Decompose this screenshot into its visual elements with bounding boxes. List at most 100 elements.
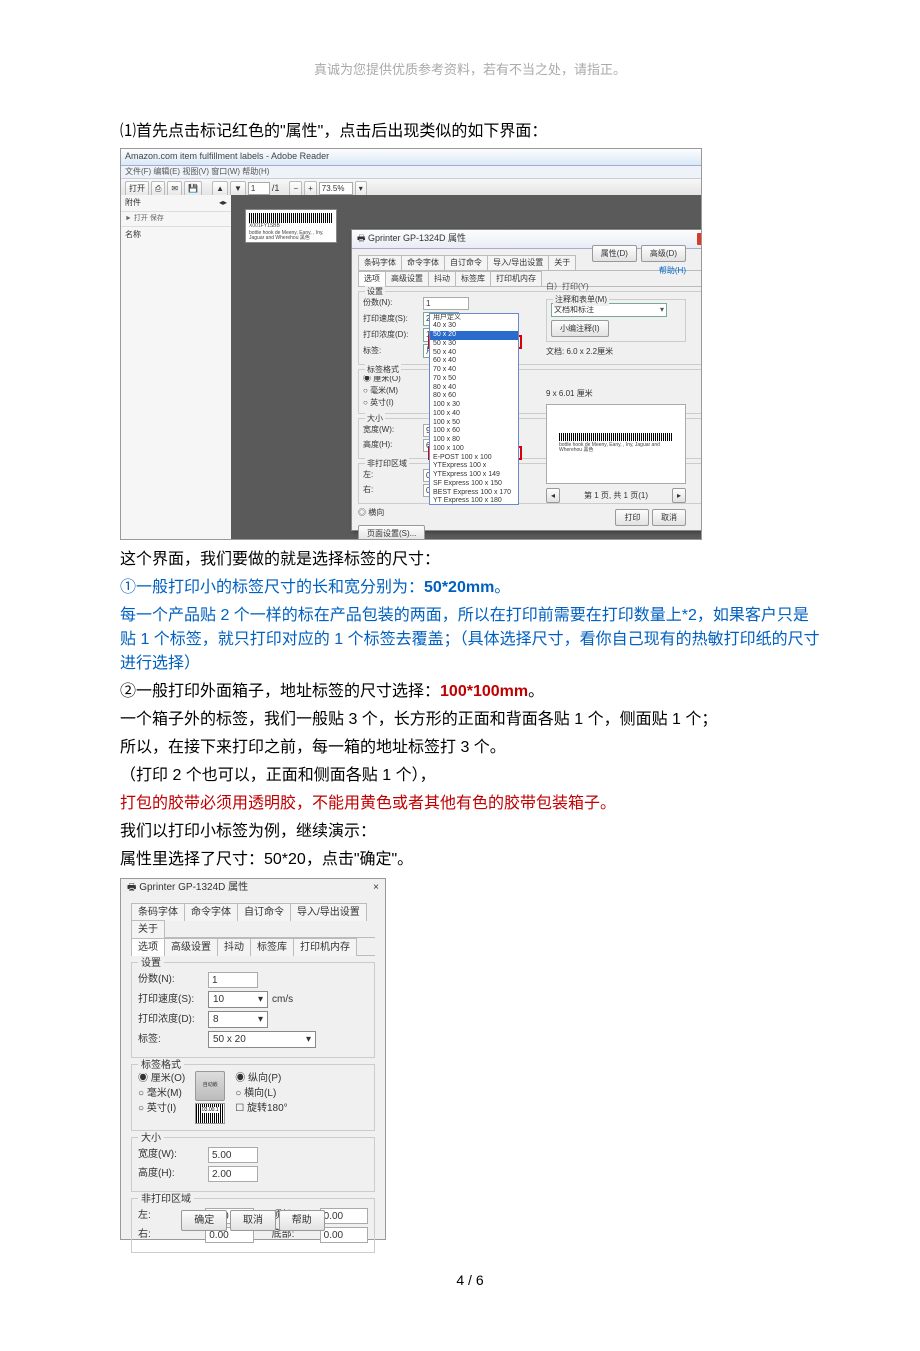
page-input[interactable]: 1: [248, 182, 270, 195]
dialog-title: 🖶 Gprinter GP-1324D 属性: [127, 880, 248, 895]
tab[interactable]: 命令字体: [184, 903, 238, 921]
panel-tools[interactable]: ► 打开 保存: [121, 212, 231, 228]
panel-title: 附件: [125, 197, 141, 209]
dd-item[interactable]: YTExpress 100 x 149: [430, 471, 518, 480]
screenshot-adobe-reader: Amazon.com item fulfillment labels - Ado…: [120, 148, 702, 540]
body-text: 我们以打印小标签为例，继续演示：: [120, 820, 820, 844]
properties-button[interactable]: 属性(D): [592, 245, 637, 262]
tab[interactable]: 打印机内存: [490, 271, 542, 286]
body-text: ①一般打印小的标签尺寸的长和宽分别为：50*20mm。: [120, 576, 820, 600]
tabs-row2[interactable]: 选项 高级设置 抖动 标签库 打印机内存: [131, 938, 375, 956]
dd-item[interactable]: 70 x 50: [430, 375, 518, 384]
unit-in-radio[interactable]: ○ 英寸(I): [363, 398, 394, 407]
close-button[interactable]: ×: [373, 880, 379, 895]
size-group: 大小: [365, 413, 385, 425]
page-setup-button[interactable]: 页面设置(S)...: [358, 525, 425, 540]
tab[interactable]: 高级设置: [164, 938, 218, 956]
copies-input[interactable]: 1: [208, 972, 258, 988]
tabs-row1[interactable]: 条码字体 命令字体 自订命令 导入/导出设置 关于: [131, 903, 375, 938]
dd-item[interactable]: 100 x 60: [430, 427, 518, 436]
unit-in-radio[interactable]: ○ 英寸(I): [138, 1101, 185, 1116]
settings-group: 设置: [365, 286, 385, 298]
tab[interactable]: 命令字体: [401, 255, 445, 270]
cancel-button[interactable]: 取消: [652, 509, 686, 526]
landscape-radio[interactable]: ○ 横向(L): [235, 1086, 287, 1101]
dd-item[interactable]: 60 x 40: [430, 357, 518, 366]
label-size-select[interactable]: 50 x 20: [208, 1031, 316, 1048]
tab-options[interactable]: 选项: [131, 938, 165, 956]
landscape-radio[interactable]: ◎ 横向: [358, 508, 384, 517]
barcode-icon: 03.00.1: [195, 1103, 225, 1124]
unit-mm-radio[interactable]: ○ 毫米(M): [363, 386, 398, 395]
tab[interactable]: 关于: [131, 920, 165, 938]
barcode-icon: [249, 213, 333, 223]
dd-item[interactable]: 100 x 50: [430, 419, 518, 428]
density-select[interactable]: 8: [208, 1011, 268, 1028]
tab[interactable]: 标签库: [455, 271, 491, 286]
screenshot-properties-dialog: 🖶 Gprinter GP-1324D 属性 × 条码字体 命令字体 自订命令 …: [120, 878, 386, 1240]
dd-item[interactable]: YT Express 100 x 180: [430, 497, 518, 504]
panel-arrow-icon[interactable]: ◂▸: [219, 197, 227, 209]
tab[interactable]: 标签库: [250, 938, 294, 956]
mini-annotate-button[interactable]: 小编注释(I): [551, 320, 609, 337]
advanced-button[interactable]: 高级(D): [641, 245, 686, 262]
print-right-panel: 属性(D) 高级(D) 帮助(H) 白）打印(Y) 注释和表单(M) 文档和标注…: [546, 245, 686, 527]
dd-item[interactable]: 100 x 30: [430, 401, 518, 410]
height-input[interactable]: 2.00: [208, 1166, 258, 1182]
unit-mm-radio[interactable]: ○ 毫米(M): [138, 1086, 185, 1101]
body-text-warning: 打包的胶带必须用透明胶，不能用黄色或者其他有色的胶带包装箱子。: [120, 792, 820, 816]
dd-item[interactable]: 80 x 60: [430, 392, 518, 401]
portrait-radio[interactable]: ◉ 纵向(P): [235, 1071, 287, 1086]
print-button[interactable]: 打印: [615, 509, 649, 526]
dd-item[interactable]: 40 x 30: [430, 322, 518, 331]
unit-cm-radio[interactable]: ◉ 厘米(O): [138, 1071, 185, 1086]
window-titlebar: Amazon.com item fulfillment labels - Ado…: [121, 149, 701, 166]
body-text: 每一个产品贴 2 个一样的标在产品包装的两面，所以在打印前需要在打印数量上*2，…: [120, 604, 820, 676]
dd-item[interactable]: 50 x 40: [430, 349, 518, 358]
width-input[interactable]: 5.00: [208, 1147, 258, 1163]
preview-caption: 9 x 6.01 厘米: [546, 388, 686, 400]
print-preview-box: bottle hook de Meeny, Eany, , Iny, Jagua…: [546, 404, 686, 484]
dd-item-selected[interactable]: 50 x 20: [430, 331, 518, 340]
next-preview-button[interactable]: ▸: [672, 488, 686, 503]
dd-item[interactable]: E-POST 100 x 100: [430, 454, 518, 463]
dd-item[interactable]: 100 x 40: [430, 410, 518, 419]
rotate-checkbox[interactable]: ☐ 旋转180°: [235, 1101, 287, 1116]
dd-item[interactable]: 50 x 30: [430, 340, 518, 349]
tab[interactable]: 自订命令: [237, 903, 291, 921]
tab[interactable]: 抖动: [428, 271, 456, 286]
prev-preview-button[interactable]: ◂: [546, 488, 560, 503]
dd-item[interactable]: SF Express 100 x 150: [430, 480, 518, 489]
tab[interactable]: 自订命令: [444, 255, 488, 270]
dd-item[interactable]: 80 x 40: [430, 384, 518, 393]
menubar[interactable]: 文件(F) 编辑(E) 视图(V) 窗口(W) 帮助(H): [121, 166, 701, 179]
tab[interactable]: 打印机内存: [293, 938, 357, 956]
copies-input[interactable]: 1: [423, 297, 469, 310]
tab[interactable]: 导入/导出设置: [290, 903, 367, 921]
ok-button[interactable]: 确定: [181, 1210, 227, 1231]
dd-item[interactable]: 100 x 80: [430, 436, 518, 445]
help-button[interactable]: 帮助: [279, 1210, 325, 1231]
speed-select[interactable]: 10: [208, 991, 268, 1008]
dd-item[interactable]: YTExpress 100 x: [430, 462, 518, 471]
body-text: ②一般打印外面箱子，地址标签的尺寸选择：100*100mm。: [120, 680, 820, 704]
tab[interactable]: 高级设置: [385, 271, 429, 286]
tab[interactable]: 导入/导出设置: [487, 255, 549, 270]
doc-info-text: 文档: 6.0 x 2.2厘米: [546, 346, 686, 358]
tab-options[interactable]: 选项: [358, 271, 386, 286]
help-link[interactable]: 帮助(H): [659, 266, 686, 275]
attachments-panel: 附件◂▸ ► 打开 保存 名称: [121, 195, 232, 539]
tab[interactable]: 条码字体: [358, 255, 402, 270]
tab[interactable]: 抖动: [217, 938, 251, 956]
intro-text: ⑴首先点击标记红色的"属性"，点击后出现类似的如下界面：: [120, 120, 820, 144]
dd-item[interactable]: BEST Express 100 x 170: [430, 489, 518, 498]
zoom-input[interactable]: 73.5%: [319, 182, 353, 195]
body-text: 一个箱子外的标签，我们一般贴 3 个，长方形的正面和背面各贴 1 个，侧面贴 1…: [120, 708, 820, 732]
dd-item[interactable]: 70 x 40: [430, 366, 518, 375]
close-button[interactable]: ×: [697, 233, 702, 245]
dd-item[interactable]: 100 x 100: [430, 445, 518, 454]
dd-item[interactable]: 用户定义: [430, 314, 518, 323]
cancel-button[interactable]: 取消: [230, 1210, 276, 1231]
tab[interactable]: 条码字体: [131, 903, 185, 921]
label-size-dropdown-list[interactable]: 用户定义 40 x 30 50 x 20 50 x 30 50 x 40 60 …: [429, 313, 519, 505]
